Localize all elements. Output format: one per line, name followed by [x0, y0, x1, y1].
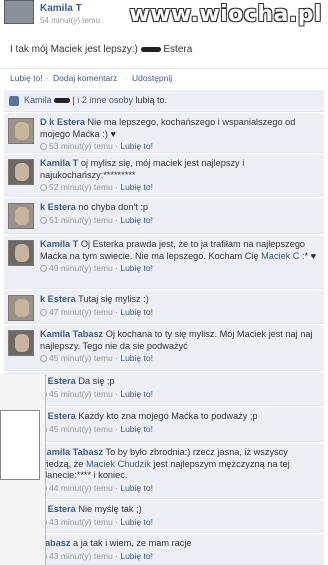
- clock-icon: [40, 265, 47, 272]
- comment-meta: 52 minut(y) temu · Lubię to!: [40, 182, 318, 194]
- comment-text: no chyba don't :p: [78, 202, 149, 212]
- comment-item: k Estera Nie myślę tak ;) 43 minut(y) te…: [4, 500, 324, 533]
- comment-meta: 53 minut(y) temu · Lubię to!: [40, 141, 318, 153]
- watermark-logo: www.wiocha.pl: [129, 2, 322, 27]
- comment-item: k Estera Każdy kto zna mojego Maćka to p…: [4, 407, 324, 442]
- comment-time[interactable]: 47 minut(y) temu: [49, 307, 113, 317]
- others-link[interactable]: i 2 inne osoby: [77, 95, 133, 105]
- comment-author[interactable]: Kamila Tabasz: [40, 329, 103, 339]
- add-comment-link[interactable]: Dodaj komentarz: [53, 73, 117, 83]
- comment-meta: 49 minut(y) temu · Lubię to!: [40, 263, 318, 275]
- comment-like-link[interactable]: Lubię to!: [120, 141, 153, 151]
- comment-meta: 44 minut(y) temu · Lubię to!: [40, 483, 318, 495]
- comment-time[interactable]: 44 minut(y) temu: [49, 483, 113, 493]
- comment-text: a ja tak i wiem, ze mam racje: [73, 538, 192, 548]
- redaction-scribble: [54, 98, 71, 104]
- comment-meta: 45 minut(y) temu · Lubię to!: [40, 353, 318, 365]
- comment-text: Nie myślę tak ;): [78, 504, 142, 514]
- comment-text-end: :* ♥: [301, 250, 317, 261]
- separator: |: [72, 95, 75, 105]
- post-actions: Lubię to! · Dodaj komentarz · Udostępnij: [0, 68, 328, 86]
- mention-link[interactable]: Maciek Chudzik: [86, 459, 151, 469]
- comment-item: Kamila Tabasz Oj kochana to ty się mylis…: [4, 325, 324, 371]
- comment-item: k Estera Da się ;p 45 minut(y) temu · Lu…: [4, 372, 324, 406]
- comment-time[interactable]: 43 minut(y) temu: [49, 551, 113, 561]
- like-link[interactable]: Lubię to!: [10, 73, 43, 83]
- comment-item: k Estera no chyba don't :p 51 minut(y) t…: [4, 198, 324, 234]
- comment-like-link[interactable]: Lubię to!: [120, 182, 153, 192]
- avatar[interactable]: [8, 203, 34, 229]
- post-header: Kamila T 54 minut(y) temu www.wiocha.pl: [0, 0, 328, 34]
- comment-text: Każdy kto zna mojego Maćka to podważy ;p: [78, 411, 258, 421]
- comment-like-link[interactable]: Lubię to!: [120, 483, 153, 493]
- separator: ·: [125, 73, 128, 83]
- clock-icon: [40, 216, 47, 224]
- avatar[interactable]: [8, 118, 34, 144]
- clock-icon: [40, 184, 47, 191]
- status-text-main: I tak mój Maciek jest lepszy:): [10, 44, 138, 55]
- comment-meta: 47 minut(y) temu · Lubię to!: [40, 307, 318, 319]
- overlapping-window-panel: [0, 410, 40, 480]
- comment-like-link[interactable]: Lubię to!: [120, 389, 153, 399]
- avatar[interactable]: [8, 330, 34, 356]
- comment-text: Da się ;p: [78, 376, 115, 386]
- redaction-scribble: [140, 46, 161, 52]
- comment-item: D k Estera Nie ma lepszego, kochańszego …: [4, 113, 324, 153]
- comment-like-link[interactable]: Lubię to!: [120, 551, 153, 561]
- avatar[interactable]: [8, 295, 34, 321]
- status-text: I tak mój Maciek jest lepszy:) Estera: [10, 44, 192, 55]
- share-link[interactable]: Udostępnij: [132, 73, 172, 83]
- comment-meta: 45 minut(y) temu · Lubię to!: [40, 424, 318, 436]
- comment-time[interactable]: 43 minut(y) temu: [49, 517, 113, 527]
- comment-meta: 45 minut(y) temu · Lubię to!: [40, 389, 318, 401]
- comment-time[interactable]: 53 minut(y) temu: [49, 141, 113, 151]
- comment-like-link[interactable]: Lubię to!: [120, 353, 153, 363]
- avatar[interactable]: [4, 0, 34, 24]
- separator: ·: [46, 73, 49, 83]
- comment-time[interactable]: 45 minut(y) temu: [49, 353, 113, 363]
- comment-author[interactable]: Kamila Tabasz: [40, 447, 103, 457]
- clock-icon: [40, 143, 47, 150]
- comment-text: Tutaj się mylisz :): [78, 294, 149, 304]
- status-text-tail: Estera: [163, 44, 193, 55]
- liker-name[interactable]: Kamila: [24, 95, 52, 105]
- comment-meta: 43 minut(y) temu · Lubię to!: [40, 551, 318, 563]
- comment-time[interactable]: 45 minut(y) temu: [49, 389, 113, 399]
- comment-meta: 51 minut(y) temu · Lubię to!: [40, 215, 318, 227]
- comment-author[interactable]: Kamila T: [40, 239, 78, 249]
- comment-time[interactable]: 45 minut(y) temu: [49, 424, 113, 434]
- avatar[interactable]: [8, 240, 34, 266]
- likes-summary: Kamila | i 2 inne osoby lubią to.: [4, 90, 324, 112]
- comment-meta: 43 minut(y) temu · Lubię to!: [40, 517, 318, 529]
- clock-icon: [40, 355, 47, 362]
- comment-like-link[interactable]: Lubię to!: [120, 307, 153, 317]
- avatar[interactable]: [8, 159, 34, 185]
- comment-item: Tabasz a ja tak i wiem, ze mam racje 43 …: [4, 534, 324, 565]
- comment-item: Kamila T Oj Esterka prawda jest, że to j…: [4, 235, 324, 289]
- comment-like-link[interactable]: Lubię to!: [120, 517, 153, 527]
- comment-item: Kamila T oj mylisz się, mój maciek jest …: [4, 154, 324, 197]
- comment-time[interactable]: 51 minut(y) temu: [49, 215, 113, 225]
- clock-icon: [40, 308, 47, 316]
- comment-item: k Estera Tutaj się mylisz :) 47 minut(y)…: [4, 290, 324, 324]
- likes-suffix: lubią to.: [135, 95, 167, 105]
- post-time[interactable]: 54 minut(y) temu: [40, 16, 100, 25]
- comment-like-link[interactable]: Lubię to!: [120, 263, 153, 273]
- comment-item: Kamila Tabasz To by było zbrodnia:) rzec…: [4, 443, 324, 499]
- likes-text: Kamila | i 2 inne osoby lubią to.: [24, 95, 167, 105]
- comment-author[interactable]: k Estera: [40, 202, 76, 212]
- post-author[interactable]: Kamila T: [40, 3, 82, 14]
- comment-author[interactable]: Kamila T: [40, 158, 78, 168]
- comment-author[interactable]: k Estera: [40, 294, 76, 304]
- thumbs-up-icon: [9, 96, 19, 106]
- comment-author[interactable]: D k Estera: [40, 117, 85, 127]
- comment-time[interactable]: 49 minut(y) temu: [49, 263, 113, 273]
- comment-like-link[interactable]: Lubię to!: [120, 424, 153, 434]
- mention-link[interactable]: Maciek C: [261, 251, 299, 261]
- comment-time[interactable]: 52 minut(y) temu: [49, 182, 113, 192]
- comment-like-link[interactable]: Lubię to!: [120, 215, 153, 225]
